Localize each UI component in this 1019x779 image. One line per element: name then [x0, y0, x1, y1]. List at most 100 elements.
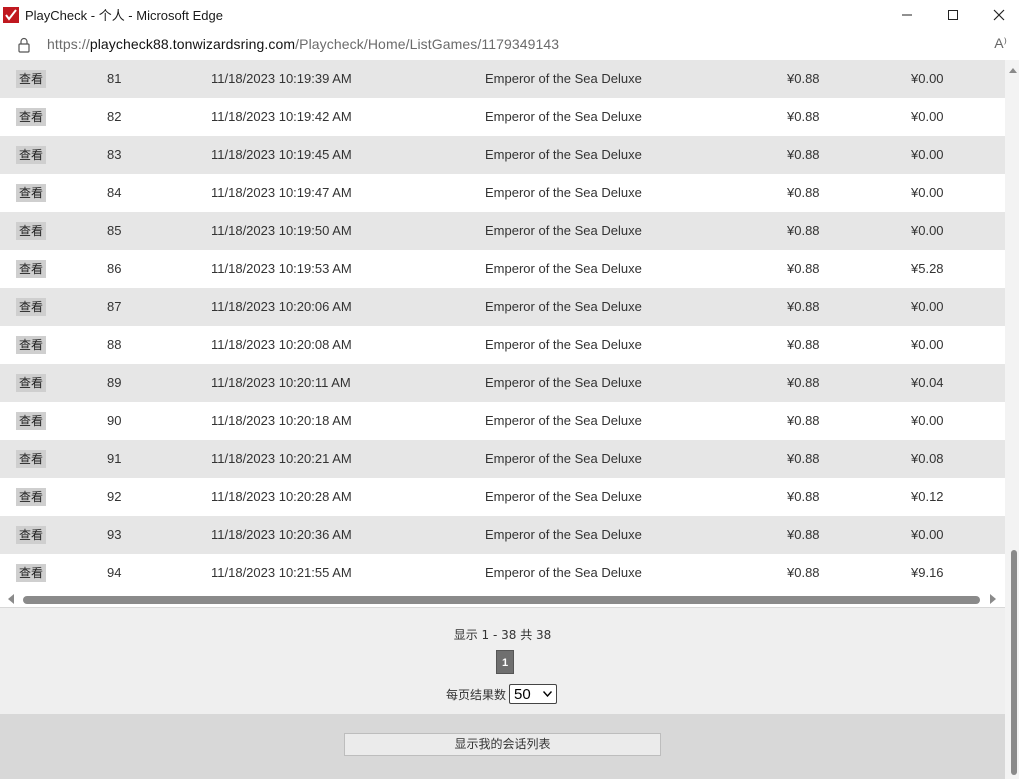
game-number: 81 — [107, 71, 122, 86]
game-name: Emperor of the Sea Deluxe — [485, 375, 642, 390]
vertical-scroll-thumb[interactable] — [1011, 550, 1017, 775]
view-button[interactable]: 查看 — [16, 184, 46, 202]
view-button[interactable]: 查看 — [16, 564, 46, 582]
view-button[interactable]: 查看 — [16, 70, 46, 88]
per-page-value: 50 — [514, 685, 531, 703]
address-bar[interactable]: https://playcheck88.tonwizardsring.com/P… — [0, 29, 1019, 61]
table-row: 查看 84 11/18/2023 10:19:47 AM Emperor of the… — [0, 174, 1005, 212]
game-number: 82 — [107, 109, 122, 124]
table-row: 查看 94 11/18/2023 10:21:55 AM Emperor of the… — [0, 554, 1005, 592]
lock-icon[interactable] — [17, 37, 31, 53]
win-amount: ¥0.00 — [911, 147, 944, 162]
view-button[interactable]: 查看 — [16, 374, 46, 392]
pager-info: 显示 1 - 38 共 38 — [453, 628, 552, 642]
game-number: 91 — [107, 451, 122, 466]
game-number: 89 — [107, 375, 122, 390]
game-number: 94 — [107, 565, 122, 580]
view-button[interactable]: 查看 — [16, 336, 46, 354]
game-time: 11/18/2023 10:20:21 AM — [211, 451, 352, 466]
game-time: 11/18/2023 10:20:28 AM — [211, 489, 352, 504]
game-name: Emperor of the Sea Deluxe — [485, 185, 642, 200]
horizontal-scroll-thumb[interactable] — [23, 596, 980, 604]
game-time: 11/18/2023 10:20:36 AM — [211, 527, 352, 542]
bet-amount: ¥0.88 — [787, 489, 820, 504]
bet-amount: ¥0.88 — [787, 413, 820, 428]
url-text[interactable]: https://playcheck88.tonwizardsring.com/P… — [47, 36, 559, 52]
table-row: 查看 83 11/18/2023 10:19:45 AM Emperor of the… — [0, 136, 1005, 174]
game-number: 90 — [107, 413, 122, 428]
table-row: 查看 92 11/18/2023 10:20:28 AM Emperor of the… — [0, 478, 1005, 516]
game-name: Emperor of the Sea Deluxe — [485, 565, 642, 580]
table-row: 查看 81 11/18/2023 10:19:39 AM Emperor of the… — [0, 60, 1005, 98]
url-protocol: https:// — [47, 36, 90, 52]
win-amount: ¥0.12 — [911, 489, 944, 504]
minimize-icon[interactable] — [884, 0, 930, 29]
pager-panel: 显示 1 - 38 共 38 1 每页结果数 50 — [0, 607, 1005, 715]
table-row: 查看 91 11/18/2023 10:20:21 AM Emperor of the… — [0, 440, 1005, 478]
game-time: 11/18/2023 10:20:08 AM — [211, 337, 352, 352]
read-aloud-icon[interactable]: A⁾ — [994, 35, 1007, 52]
game-number: 92 — [107, 489, 122, 504]
per-page-select[interactable]: 50 — [509, 684, 558, 704]
table-row: 查看 86 11/18/2023 10:19:53 AM Emperor of the… — [0, 250, 1005, 288]
scroll-up-icon[interactable] — [1009, 68, 1017, 73]
view-button[interactable]: 查看 — [16, 526, 46, 544]
horizontal-scrollbar[interactable] — [0, 591, 1005, 607]
url-path: /Playcheck/Home/ListGames/1179349143 — [295, 36, 560, 52]
game-time: 11/18/2023 10:19:42 AM — [211, 109, 352, 124]
bet-amount: ¥0.88 — [787, 147, 820, 162]
game-name: Emperor of the Sea Deluxe — [485, 147, 642, 162]
page-button-1[interactable]: 1 — [496, 650, 514, 674]
bet-amount: ¥0.88 — [787, 375, 820, 390]
url-host: playcheck88.tonwizardsring.com — [89, 36, 296, 52]
table-row: 查看 85 11/18/2023 10:19:50 AM Emperor of the… — [0, 212, 1005, 250]
game-time: 11/18/2023 10:19:39 AM — [211, 71, 352, 86]
game-number: 93 — [107, 527, 122, 542]
view-button[interactable]: 查看 — [16, 260, 46, 278]
game-name: Emperor of the Sea Deluxe — [485, 261, 642, 276]
table-row: 查看 89 11/18/2023 10:20:11 AM Emperor of the… — [0, 364, 1005, 402]
game-time: 11/18/2023 10:19:50 AM — [211, 223, 352, 238]
game-time: 11/18/2023 10:20:11 AM — [211, 375, 351, 390]
view-button[interactable]: 查看 — [16, 222, 46, 240]
close-icon[interactable] — [976, 0, 1019, 29]
view-button[interactable]: 查看 — [16, 450, 46, 468]
view-button[interactable]: 查看 — [16, 146, 46, 164]
game-list-content: 查看 81 11/18/2023 10:19:39 AM Emperor of the… — [0, 60, 1005, 779]
game-number: 84 — [107, 185, 122, 200]
title-bar: PlayCheck - 个人 - Microsoft Edge — [0, 0, 1019, 29]
win-amount: ¥0.08 — [911, 451, 944, 466]
game-number: 87 — [107, 299, 122, 314]
view-button[interactable]: 查看 — [16, 488, 46, 506]
win-amount: ¥5.28 — [911, 261, 944, 276]
chevron-down-icon — [543, 691, 553, 697]
vertical-scrollbar[interactable] — [1005, 60, 1019, 779]
game-name: Emperor of the Sea Deluxe — [485, 527, 642, 542]
bet-amount: ¥0.88 — [787, 565, 820, 580]
game-time: 11/18/2023 10:20:18 AM — [211, 413, 352, 428]
window-title: PlayCheck - 个人 - Microsoft Edge — [25, 8, 223, 23]
per-page-label: 每页结果数 — [446, 687, 507, 702]
bet-amount: ¥0.88 — [787, 223, 820, 238]
game-time: 11/18/2023 10:19:47 AM — [211, 185, 352, 200]
game-number: 83 — [107, 147, 122, 162]
table-row: 查看 93 11/18/2023 10:20:36 AM Emperor of the… — [0, 516, 1005, 554]
bet-amount: ¥0.88 — [787, 261, 820, 276]
game-name: Emperor of the Sea Deluxe — [485, 299, 642, 314]
show-session-list-button[interactable]: 显示我的会话列表 — [344, 733, 661, 756]
maximize-icon[interactable] — [930, 0, 976, 29]
table-row: 查看 87 11/18/2023 10:20:06 AM Emperor of the… — [0, 288, 1005, 326]
game-number: 88 — [107, 337, 122, 352]
bet-amount: ¥0.88 — [787, 451, 820, 466]
bet-amount: ¥0.88 — [787, 185, 820, 200]
view-button[interactable]: 查看 — [16, 298, 46, 316]
scroll-left-icon[interactable] — [8, 594, 14, 604]
view-button[interactable]: 查看 — [16, 108, 46, 126]
win-amount: ¥0.00 — [911, 299, 944, 314]
bet-amount: ¥0.88 — [787, 109, 820, 124]
scroll-right-icon[interactable] — [990, 594, 996, 604]
bet-amount: ¥0.88 — [787, 337, 820, 352]
win-amount: ¥0.00 — [911, 337, 944, 352]
view-button[interactable]: 查看 — [16, 412, 46, 430]
game-time: 11/18/2023 10:21:55 AM — [211, 565, 352, 580]
